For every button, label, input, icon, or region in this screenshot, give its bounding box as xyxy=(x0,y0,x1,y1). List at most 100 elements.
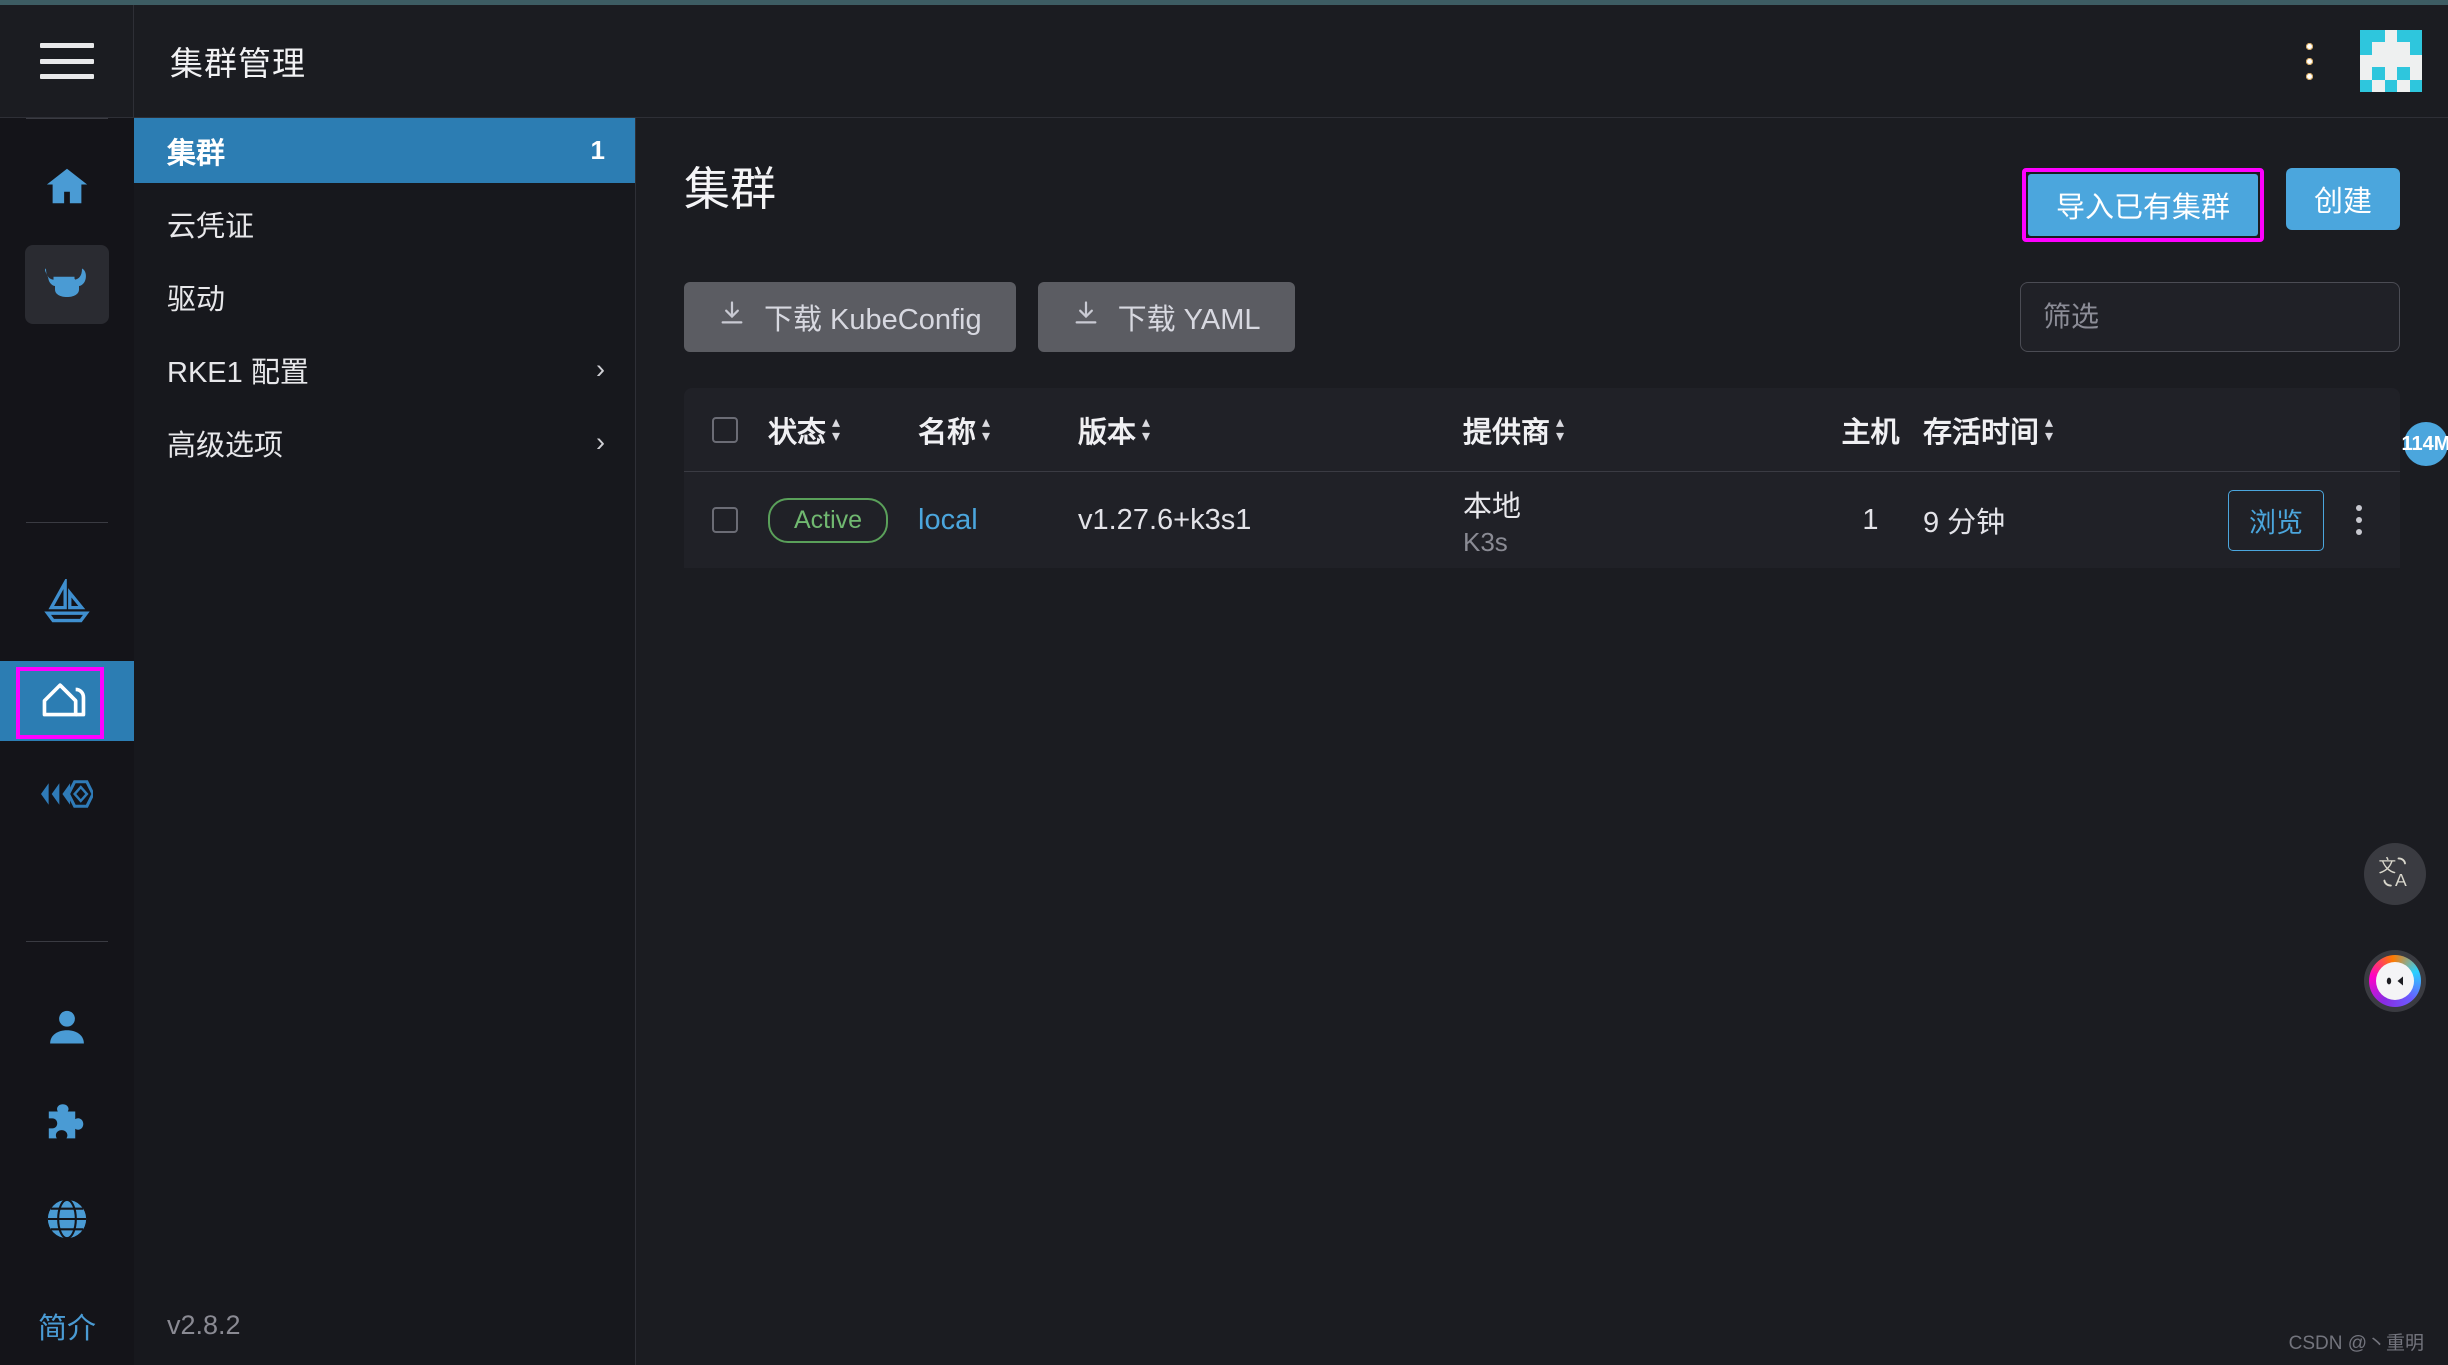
cluster-name-link[interactable]: local xyxy=(918,504,978,537)
select-all-checkbox[interactable] xyxy=(712,416,738,443)
sailboat-icon xyxy=(42,576,92,632)
chat-assistant-button[interactable] xyxy=(2364,950,2426,1012)
column-header-age[interactable]: 存活时间 ▴ ▾ xyxy=(1923,409,2123,451)
select-all-cell xyxy=(712,416,768,443)
row-age-cell: 9 分钟 xyxy=(1923,507,2006,539)
secondary-nav-list: 集群 1 云凭证驱动 RKE1 配置 › 高级选项 › xyxy=(134,118,635,475)
avatar-pixel xyxy=(2384,67,2398,80)
download-kubeconfig-label: 下载 KubeConfig xyxy=(764,304,982,336)
avatar-pixel xyxy=(2372,42,2385,55)
sort-icon-version: ▴ ▾ xyxy=(1142,413,1151,445)
home-icon xyxy=(44,163,90,214)
header-actions xyxy=(2286,30,2448,92)
chevron-right-icon: › xyxy=(596,354,605,384)
rail-footer: 简介 xyxy=(38,1269,96,1365)
avatar-pixel xyxy=(2372,79,2385,92)
avatar-pixel xyxy=(2372,67,2385,80)
import-cluster-highlight: 导入已有集群 xyxy=(2021,168,2264,242)
globe-icon xyxy=(44,1196,90,1247)
avatar-pixel xyxy=(2397,67,2410,80)
rail-item-cluster-explorer[interactable] xyxy=(25,244,109,325)
download-icon-yaml xyxy=(1072,299,1100,335)
rail-item-fleet[interactable] xyxy=(25,565,109,645)
rancher-app-window: 集群管理 简介 集群 1 云凭证 驱动 RKE1 配置 › 高级选项 › v2.… xyxy=(0,0,2448,1365)
user-avatar[interactable] xyxy=(2360,30,2422,92)
download-yaml-label: 下载 YAML xyxy=(1117,304,1261,336)
column-label-provider: 提供商 xyxy=(1463,416,1551,449)
rail-divider-2 xyxy=(26,522,108,524)
download-kubeconfig-button[interactable]: 下载 KubeConfig xyxy=(684,282,1016,352)
provider-distro: K3s xyxy=(1463,526,1508,557)
avatar-pixel xyxy=(2384,79,2398,92)
rail-item-users[interactable] xyxy=(25,990,109,1070)
column-label-age: 存活时间 xyxy=(1923,416,2040,449)
hamburger-menu-button[interactable] xyxy=(0,4,134,118)
svg-text:A: A xyxy=(2395,870,2407,890)
status-badge: Active xyxy=(768,497,889,543)
column-header-name[interactable]: 名称 ▴ ▾ xyxy=(918,409,1078,451)
avatar-pixel xyxy=(2360,54,2373,68)
import-existing-cluster-button[interactable]: 导入已有集群 xyxy=(2027,174,2258,236)
rail-item-home[interactable] xyxy=(25,149,109,229)
person-icon xyxy=(45,1005,89,1054)
download-yaml-button[interactable]: 下载 YAML xyxy=(1037,282,1295,352)
sort-icon-state: ▴ ▾ xyxy=(832,413,841,445)
table-toolbar: 下载 KubeConfig 下载 YAML xyxy=(684,282,2400,352)
sidebar-item-label: 驱动 xyxy=(167,283,226,316)
hamburger-icon xyxy=(39,43,94,79)
download-icon xyxy=(718,299,746,335)
row-kebab-icon[interactable] xyxy=(2346,499,2372,541)
column-header-provider[interactable]: 提供商 ▴ ▾ xyxy=(1463,409,1818,451)
sidebar-item-label: 高级选项 xyxy=(167,429,284,462)
top-accent-strip xyxy=(0,0,2448,5)
cow-head-icon xyxy=(43,262,91,307)
rail-item-cluster-management[interactable] xyxy=(0,661,134,741)
column-label-state: 状态 xyxy=(768,416,827,449)
puzzle-icon xyxy=(44,1100,90,1151)
page-header-title: 集群管理 xyxy=(170,45,306,82)
avatar-pixel xyxy=(2372,54,2385,68)
app-header: 集群管理 xyxy=(0,4,2448,118)
translate-icon: 文 A xyxy=(2375,852,2415,897)
filter-input[interactable] xyxy=(2020,282,2400,352)
rail-item-global-settings[interactable] xyxy=(25,1181,109,1261)
avatar-pixel xyxy=(2360,79,2373,92)
avatar-pixel xyxy=(2397,42,2410,55)
table-header-row: 状态 ▴ ▾ 名称 ▴ ▾ 版本 ▴ ▾ 提供商 ▴ ▾ 主机 存活时间 ▴ ▾ xyxy=(684,388,2400,472)
memory-usage-badge[interactable]: 114M xyxy=(2402,422,2448,466)
chat-face xyxy=(2376,962,2414,1000)
sidebar-item-count: 1 xyxy=(590,135,605,165)
about-link[interactable]: 简介 xyxy=(38,1305,96,1347)
avatar-pixel xyxy=(2360,30,2373,43)
column-label-version: 版本 xyxy=(1078,416,1137,449)
row-checkbox[interactable] xyxy=(712,507,738,533)
rail-divider-3 xyxy=(26,940,108,942)
header-kebab-icon[interactable] xyxy=(2286,33,2332,89)
row-version-cell: v1.27.6+k3s1 xyxy=(1078,503,1252,536)
sidebar-item-label: 云凭证 xyxy=(167,210,255,243)
row-actions-cell: 浏览 xyxy=(2228,489,2372,551)
content-header: 集群 导入已有集群 创建 xyxy=(684,118,2400,242)
translate-button[interactable]: 文 A xyxy=(2364,843,2426,905)
sidebar-item-1[interactable]: 集群 1 xyxy=(134,118,635,183)
rail-item-extensions[interactable] xyxy=(25,1085,109,1165)
rail-item-mesh[interactable] xyxy=(25,757,109,837)
sidebar-item-4[interactable]: RKE1 配置 › xyxy=(134,337,635,402)
rail-divider xyxy=(26,118,108,119)
chat-assistant-icon xyxy=(2369,955,2421,1007)
create-cluster-button[interactable]: 创建 xyxy=(2285,168,2400,230)
sidebar-item-3[interactable]: 驱动 xyxy=(134,264,635,329)
chevron-right-icon: › xyxy=(596,427,605,457)
row-hosts-cell: 1 xyxy=(1862,503,1879,536)
column-label-hosts: 主机 xyxy=(1841,416,1900,449)
explore-cluster-button[interactable]: 浏览 xyxy=(2228,489,2324,551)
column-header-state[interactable]: 状态 ▴ ▾ xyxy=(768,409,918,451)
table-row[interactable]: Active local v1.27.6+k3s1 本地 K3s 1 9 分钟 … xyxy=(684,472,2400,568)
avatar-pixel xyxy=(2397,54,2410,68)
sort-icon-age: ▴ ▾ xyxy=(2045,413,2054,445)
sidebar-item-5[interactable]: 高级选项 › xyxy=(134,410,635,475)
sort-icon-provider: ▴ ▾ xyxy=(1556,413,1565,445)
column-header-version[interactable]: 版本 ▴ ▾ xyxy=(1078,409,1463,451)
sidebar-item-2[interactable]: 云凭证 xyxy=(134,191,635,256)
column-label-name: 名称 xyxy=(918,416,977,449)
